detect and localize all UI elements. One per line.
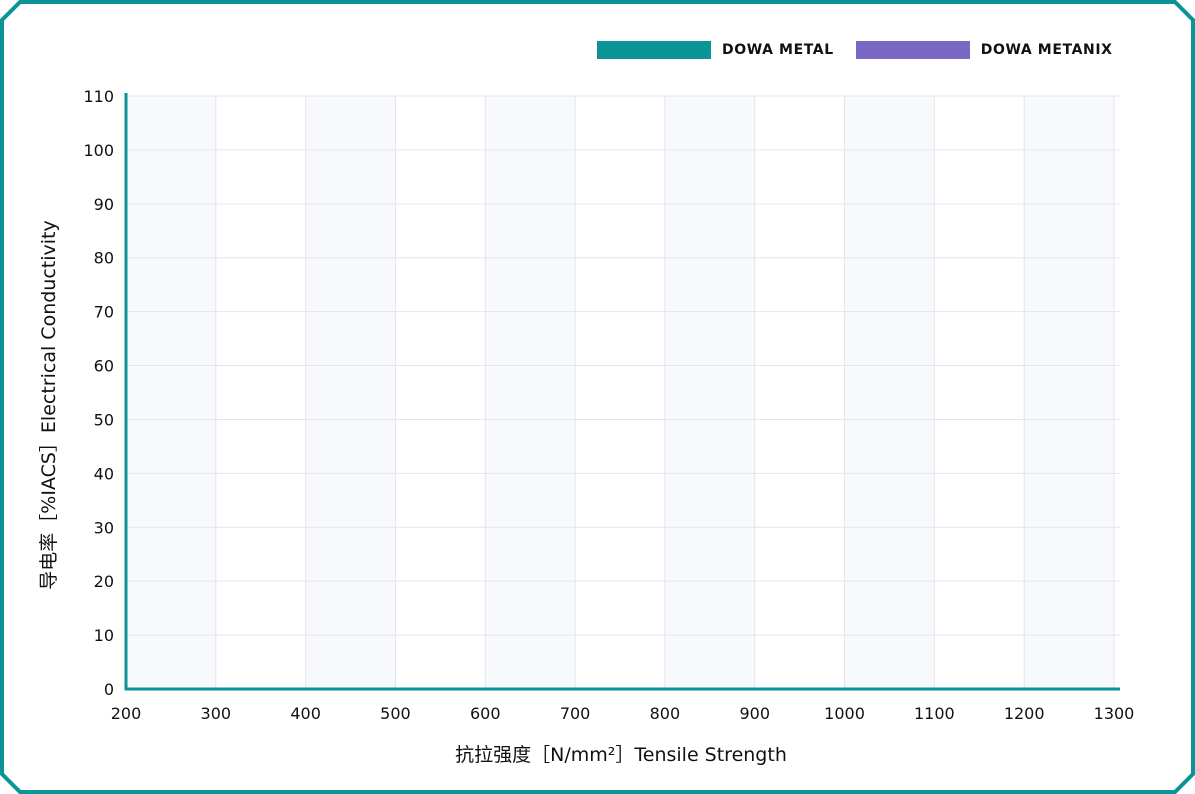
legend: DOWA METAL DOWA METANIX [597,40,1135,60]
x-tick-label: 400 [290,704,321,723]
background-band [664,96,755,689]
legend-swatch-dowa-metal [597,41,711,59]
y-tick-label: 80 [94,249,114,268]
y-tick-label: 10 [94,626,114,645]
tick-layer: 0 10 20 30 40 50 60 70 80 90 100 110 200 300 400 500 600… [83,87,1134,723]
background-band [305,96,396,689]
x-axis-label: 抗拉强度［N/mm²］Tensile Strength [455,744,787,766]
grid-layer [126,95,1120,689]
x-tick-label: 200 [111,704,142,723]
chart-svg: 0 10 20 30 40 50 60 70 80 90 100 110 200 300 400 500 600… [0,0,1195,794]
legend-label-dowa-metal: DOWA METAL [722,42,834,58]
y-tick-label: 30 [94,518,114,537]
y-tick-label: 20 [94,572,114,591]
y-tick-label: 100 [83,141,114,160]
x-tick-label: 700 [560,704,591,723]
x-tick-label: 600 [470,704,501,723]
band-layer [126,96,1114,689]
x-tick-label: 500 [380,704,411,723]
y-tick-label: 0 [104,680,114,699]
x-tick-label: 1000 [824,704,865,723]
x-tick-label: 1300 [1094,704,1135,723]
x-tick-label: 1100 [914,704,955,723]
y-tick-label: 60 [94,357,114,376]
x-tick-label: 800 [650,704,681,723]
background-band [1024,96,1114,689]
background-band [844,96,935,689]
y-tick-label: 70 [94,303,114,322]
background-band [485,96,576,689]
y-tick-label: 50 [94,410,114,429]
background-band [126,96,216,689]
x-tick-label: 1200 [1004,704,1045,723]
legend-item-dowa-metal[interactable]: DOWA METAL [597,41,834,59]
y-axis-label: 导电率［%IACS］Electrical Conductivity [38,220,60,589]
x-tick-label: 900 [739,704,770,723]
y-tick-label: 90 [94,195,114,214]
legend-swatch-dowa-metanix [855,41,970,59]
legend-item-dowa-metanix[interactable]: DOWA METANIX [855,41,1113,59]
legend-label-dowa-metanix: DOWA METANIX [980,42,1113,58]
y-tick-label: 40 [94,464,114,483]
y-tick-label: 110 [83,87,114,106]
chart-frame: 0 10 20 30 40 50 60 70 80 90 100 110 200 300 400 500 600… [0,0,1195,794]
axis-layer [124,93,1120,691]
x-tick-label: 300 [201,704,232,723]
